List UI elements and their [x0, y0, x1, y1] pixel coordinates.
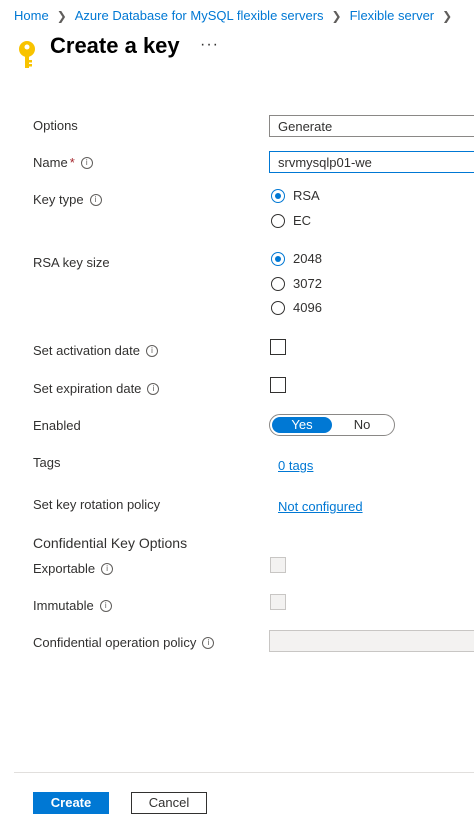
- name-input[interactable]: srvmysqlp01-we: [269, 151, 474, 173]
- confidential-options-heading: Confidential Key Options: [33, 535, 188, 551]
- activation-date-label: Set activation date i: [33, 343, 158, 358]
- key-type-rsa-radio[interactable]: RSA: [271, 188, 320, 203]
- info-icon[interactable]: i: [99, 599, 112, 612]
- rsa-key-size-label: RSA key size: [33, 255, 110, 270]
- radio-label: RSA: [293, 188, 320, 203]
- immutable-label: Immutable i: [33, 598, 112, 613]
- expiration-date-label: Set expiration date i: [33, 381, 160, 396]
- info-icon[interactable]: i: [80, 156, 93, 169]
- breadcrumb-home[interactable]: Home: [14, 8, 49, 23]
- rsa-size-2048-radio[interactable]: 2048: [271, 251, 322, 266]
- breadcrumb-mysql-servers[interactable]: Azure Database for MySQL flexible server…: [75, 8, 324, 23]
- rotation-policy-label: Set key rotation policy: [33, 497, 160, 512]
- key-icon: [19, 41, 35, 68]
- info-icon[interactable]: i: [145, 344, 158, 357]
- immutable-checkbox[interactable]: [270, 594, 286, 610]
- options-dropdown[interactable]: Generate: [269, 115, 474, 137]
- radio-label: 3072: [293, 276, 322, 291]
- enabled-toggle[interactable]: Yes No: [269, 414, 395, 436]
- exportable-label: Exportable i: [33, 561, 114, 576]
- info-icon[interactable]: i: [147, 382, 160, 395]
- rsa-key-size-label-text: RSA key size: [33, 255, 110, 270]
- enabled-label-text: Enabled: [33, 418, 81, 433]
- radio-label: 2048: [293, 251, 322, 266]
- options-label: Options: [33, 118, 78, 133]
- info-icon[interactable]: i: [202, 636, 215, 649]
- enabled-yes-option[interactable]: Yes: [272, 417, 332, 433]
- rsa-size-3072-radio[interactable]: 3072: [271, 276, 322, 291]
- radio-circle: [271, 276, 285, 291]
- rotation-policy-link[interactable]: Not configured: [278, 499, 363, 514]
- exportable-label-text: Exportable: [33, 561, 96, 576]
- rsa-size-4096-radio[interactable]: 4096: [271, 300, 322, 315]
- key-type-label-text: Key type: [33, 192, 84, 207]
- cancel-button[interactable]: Cancel: [131, 792, 207, 814]
- radio-circle: [271, 251, 285, 266]
- chevron-right-icon: ❯: [331, 8, 342, 23]
- immutable-label-text: Immutable: [33, 598, 94, 613]
- expiration-date-checkbox[interactable]: [270, 377, 286, 393]
- options-label-text: Options: [33, 118, 78, 133]
- footer-divider: [14, 772, 474, 773]
- key-type-ec-radio[interactable]: EC: [271, 213, 311, 228]
- page-title: Create a key: [50, 33, 180, 58]
- rotation-policy-label-text: Set key rotation policy: [33, 497, 161, 512]
- activation-date-checkbox[interactable]: [270, 339, 286, 355]
- key-type-label: Key type i: [33, 192, 102, 207]
- breadcrumb: Home ❯ Azure Database for MySQL flexible…: [14, 8, 452, 23]
- name-label-text: Name: [33, 155, 68, 170]
- operation-policy-label: Confidential operation policy i: [33, 635, 215, 650]
- info-icon[interactable]: i: [89, 193, 102, 206]
- enabled-no-option[interactable]: No: [332, 417, 392, 433]
- required-marker: *: [69, 155, 75, 170]
- radio-label: EC: [293, 213, 312, 228]
- info-icon[interactable]: i: [101, 562, 114, 575]
- enabled-label: Enabled: [33, 418, 81, 433]
- operation-policy-input[interactable]: [269, 630, 474, 652]
- exportable-checkbox[interactable]: [270, 557, 286, 573]
- name-label: Name * i: [33, 155, 93, 170]
- radio-circle: [271, 300, 285, 315]
- tags-link[interactable]: 0 tags: [278, 458, 313, 473]
- radio-circle: [271, 188, 285, 203]
- tags-label: Tags: [33, 455, 60, 470]
- chevron-right-icon: ❯: [442, 8, 453, 23]
- radio-circle: [271, 213, 285, 228]
- activation-date-label-text: Set activation date: [33, 343, 140, 358]
- breadcrumb-flexible-server[interactable]: Flexible server: [350, 8, 435, 23]
- tags-label-text: Tags: [33, 455, 61, 470]
- more-options-button[interactable]: ···: [200, 36, 219, 54]
- chevron-right-icon: ❯: [56, 8, 67, 23]
- expiration-date-label-text: Set expiration date: [33, 381, 142, 396]
- create-button[interactable]: Create: [33, 792, 109, 814]
- operation-policy-label-text: Confidential operation policy: [33, 635, 197, 650]
- radio-label: 4096: [293, 300, 322, 315]
